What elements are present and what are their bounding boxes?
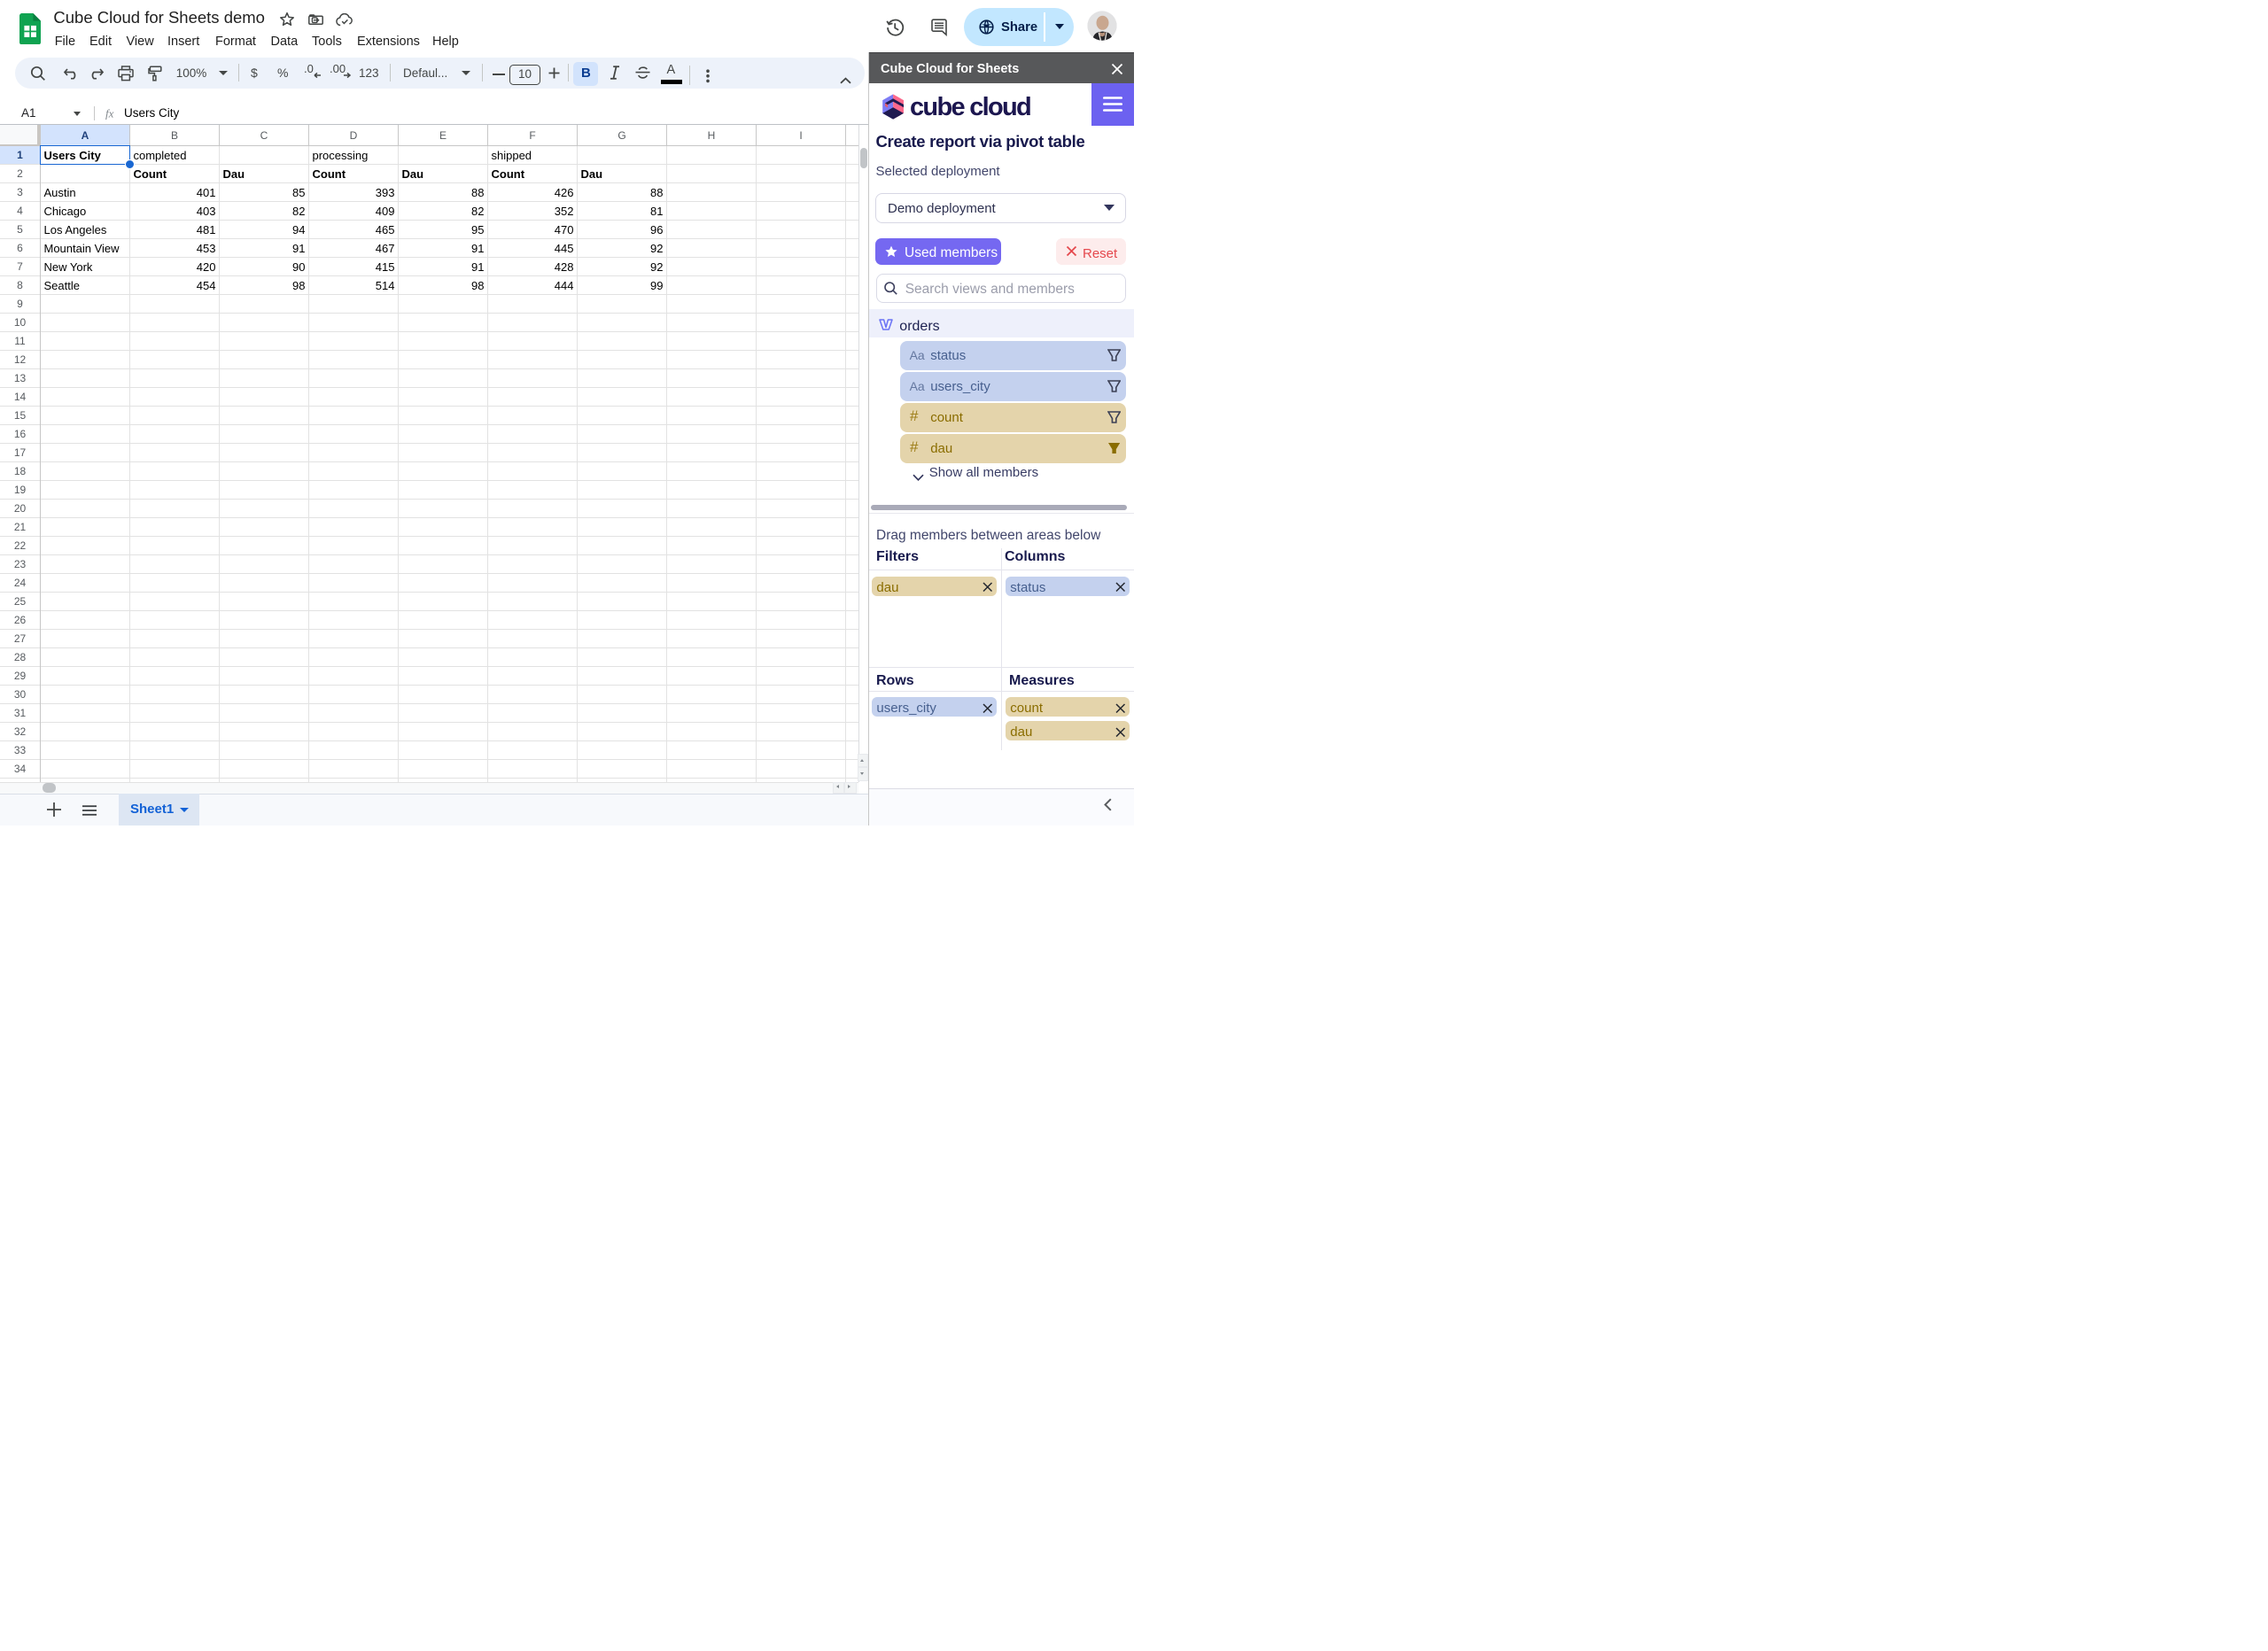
svg-text:.0: .0 (304, 63, 314, 75)
svg-text:.00: .00 (330, 63, 346, 75)
svg-text:fx: fx (105, 107, 114, 120)
